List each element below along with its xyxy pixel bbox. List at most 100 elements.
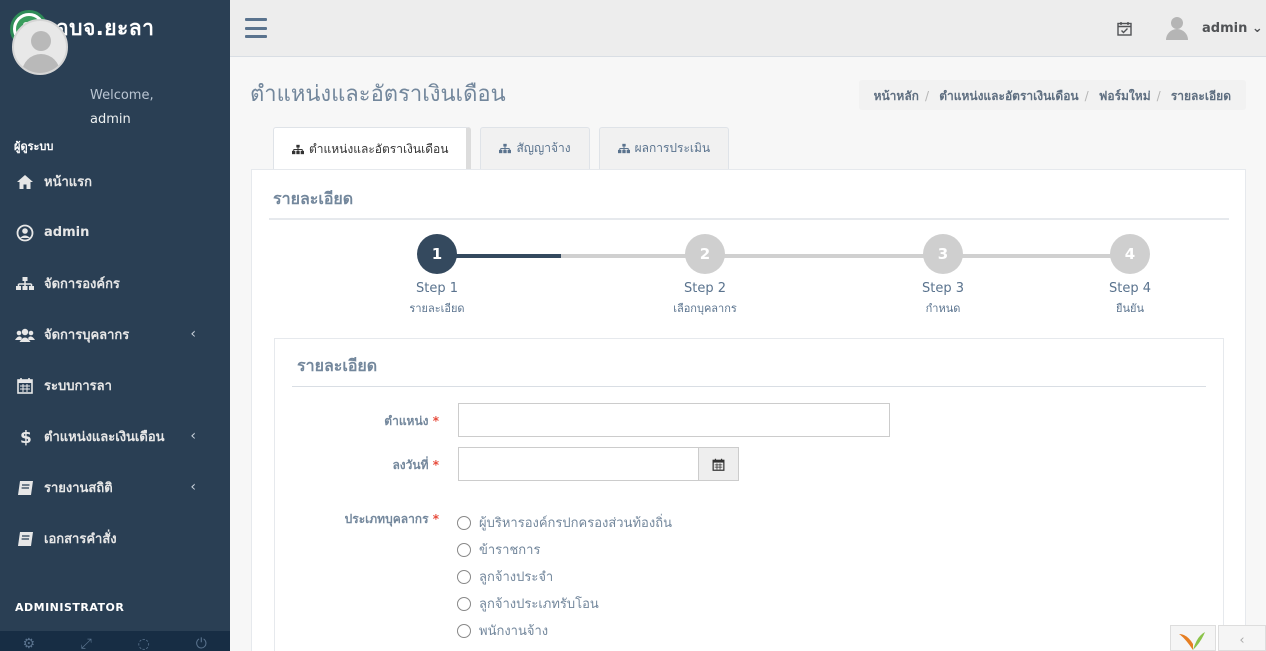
position-input[interactable]: [458, 403, 890, 437]
breadcrumb-item[interactable]: ตำแหน่งและอัตราเงินเดือน: [939, 89, 1078, 103]
user-menu[interactable]: admin ⌄: [1202, 21, 1263, 36]
chevron-down-icon: ⌄: [1251, 21, 1263, 36]
radio-label: ลูกจ้างประเภทรับโอน: [479, 597, 599, 612]
radio-button[interactable]: [457, 542, 471, 557]
page-title: ตำแหน่งและอัตราเงินเดือน: [250, 82, 506, 107]
tab-label: สัญญาจ้าง: [516, 141, 571, 155]
radio-option[interactable]: ลูกจ้างประเภทรับโอน: [457, 590, 672, 617]
chevron-left-icon: ‹: [190, 326, 196, 342]
step-description: กำหนด: [925, 302, 961, 315]
radio-label: ข้าราชการ: [479, 543, 541, 558]
svg-text:$: $: [20, 428, 32, 446]
date-label: ลงวันที่ *: [392, 458, 439, 472]
step-description: รายละเอียด: [409, 302, 465, 315]
radio-button[interactable]: [457, 623, 471, 638]
settings-icon[interactable]: ⚙: [0, 631, 58, 651]
personnel-type-radio-group: ผู้บริหารองค์กรปกครองส่วนท้องถิ่น ข้าราช…: [457, 509, 672, 644]
wizard-step-1[interactable]: 1 Step 1 รายละเอียด: [377, 234, 497, 317]
breadcrumb-item[interactable]: หน้าหลัก: [874, 89, 919, 103]
chevron-left-icon: ‹: [190, 479, 196, 495]
home-icon: [15, 173, 35, 191]
user-circle-icon: [15, 224, 35, 242]
sidebar-item-home[interactable]: หน้าแรก: [0, 156, 230, 207]
tab-evaluation[interactable]: ผลการประเมิน: [598, 127, 730, 169]
menu-toggle-icon[interactable]: [245, 18, 267, 38]
breadcrumb-separator: /: [924, 89, 929, 103]
required-mark: *: [432, 414, 439, 428]
form-title: รายละเอียด: [297, 356, 378, 375]
sidebar-menu: หน้าแรก admin จัดการองค์กร จัดการบุคลากร…: [0, 156, 230, 564]
user-avatar[interactable]: [1165, 16, 1189, 40]
step-description: เลือกบุคลากร: [673, 302, 737, 315]
wizard-step-3[interactable]: 3 Step 3 กำหนด: [883, 234, 1003, 317]
eye-slash-icon[interactable]: ◌: [115, 631, 173, 651]
collapse-widget-button[interactable]: ‹: [1218, 625, 1266, 651]
breadcrumb-item-current: รายละเอียด: [1170, 89, 1231, 103]
breadcrumb: หน้าหลัก / ตำแหน่งและอัตราเงินเดือน / ฟอร์…: [858, 80, 1246, 110]
calendar-check-icon[interactable]: [1117, 21, 1132, 40]
details-form: รายละเอียด ตำแหน่ง * ลงวันที่ * ประเภทบุ…: [274, 338, 1224, 651]
radio-label: ผู้บริหารองค์กรปกครองส่วนท้องถิ่น: [479, 516, 672, 531]
tab-label: ตำแหน่งและอัตราเงินเดือน: [309, 141, 449, 156]
fullscreen-icon[interactable]: ⤢: [58, 631, 116, 651]
power-icon[interactable]: ⏻: [173, 631, 231, 651]
users-icon: [15, 326, 35, 344]
step-number: 1: [417, 234, 457, 274]
book-icon: [15, 530, 35, 548]
tab-contract[interactable]: สัญญาจ้าง: [480, 127, 590, 169]
sitemap-icon: [292, 144, 304, 155]
step-description: ยืนยัน: [1116, 302, 1144, 315]
user-name-label: admin: [1202, 21, 1248, 36]
floating-widget[interactable]: [1170, 625, 1216, 651]
dollar-icon: $: [15, 428, 35, 446]
sidebar-item-organization[interactable]: จัดการองค์กร: [0, 258, 230, 309]
required-mark: *: [432, 512, 439, 526]
sidebar-item-leave[interactable]: ระบบการลา: [0, 360, 230, 411]
step-title: Step 3: [921, 281, 964, 296]
panel-title: รายละเอียด: [273, 189, 354, 208]
breadcrumb-separator: /: [1156, 89, 1161, 103]
date-input[interactable]: [458, 447, 699, 481]
sidebar-item-documents[interactable]: เอกสารคำสั่ง: [0, 513, 230, 564]
sidebar: อบจ.ยะลา Welcome, admin ผู้ดูระบบ หน้าแร…: [0, 0, 230, 651]
radio-button[interactable]: [457, 515, 471, 530]
wizard-step-4[interactable]: 4 Step 4 ยืนยัน: [1070, 234, 1190, 317]
tab-position-salary[interactable]: ตำแหน่งและอัตราเงินเดือน: [273, 127, 472, 170]
radio-option[interactable]: พนักงานจ้าง: [457, 617, 672, 644]
radio-option[interactable]: ข้าราชการ: [457, 536, 672, 563]
breadcrumb-item[interactable]: ฟอร์มใหม่: [1099, 89, 1151, 103]
radio-button[interactable]: [457, 569, 471, 584]
step-title: Step 2: [683, 281, 726, 296]
avatar: [12, 19, 68, 75]
calendar-icon[interactable]: [699, 447, 739, 481]
step-number: 3: [923, 234, 963, 274]
step-number: 4: [1110, 234, 1150, 274]
step-title: Step 1: [415, 281, 458, 296]
radio-label: ลูกจ้างประจำ: [479, 570, 554, 585]
sidebar-item-label: จัดการบุคลากร: [44, 328, 130, 343]
sitemap-icon: [617, 143, 630, 154]
sidebar-item-salary[interactable]: $ ตำแหน่งและเงินเดือน ‹: [0, 411, 230, 462]
sidebar-item-reports[interactable]: รายงานสถิติ ‹: [0, 462, 230, 513]
profile-name: admin: [90, 112, 131, 127]
wizard-step-2[interactable]: 2 Step 2 เลือกบุคลากร: [645, 234, 765, 317]
sidebar-item-label: รายงานสถิติ: [44, 481, 113, 496]
breadcrumb-separator: /: [1084, 89, 1089, 103]
step-number: 2: [685, 234, 725, 274]
radio-option[interactable]: ผู้บริหารองค์กรปกครองส่วนท้องถิ่น: [457, 509, 672, 536]
sidebar-item-personnel[interactable]: จัดการบุคลากร ‹: [0, 309, 230, 360]
top-navbar: admin ⌄: [230, 0, 1266, 57]
sidebar-item-admin[interactable]: admin: [0, 207, 230, 258]
position-label: ตำแหน่ง *: [384, 414, 439, 428]
main-panel: รายละเอียด 1 Step 1 รายละเอียด 2 Step 2 …: [251, 169, 1246, 651]
tab-bar: ตำแหน่งและอัตราเงินเดือน สัญญาจ้าง ผลการ…: [273, 127, 738, 170]
date-field: [458, 447, 739, 481]
brand-title: อบจ.ยะลา: [56, 16, 155, 40]
radio-option[interactable]: ลูกจ้างประจำ: [457, 563, 672, 590]
step-title: Step 4: [1108, 281, 1151, 296]
divider: [269, 218, 1229, 220]
divider: [292, 386, 1206, 387]
sidebar-item-label: ตำแหน่งและเงินเดือน: [44, 430, 165, 445]
radio-button[interactable]: [457, 596, 471, 611]
welcome-text: Welcome,: [90, 88, 154, 103]
